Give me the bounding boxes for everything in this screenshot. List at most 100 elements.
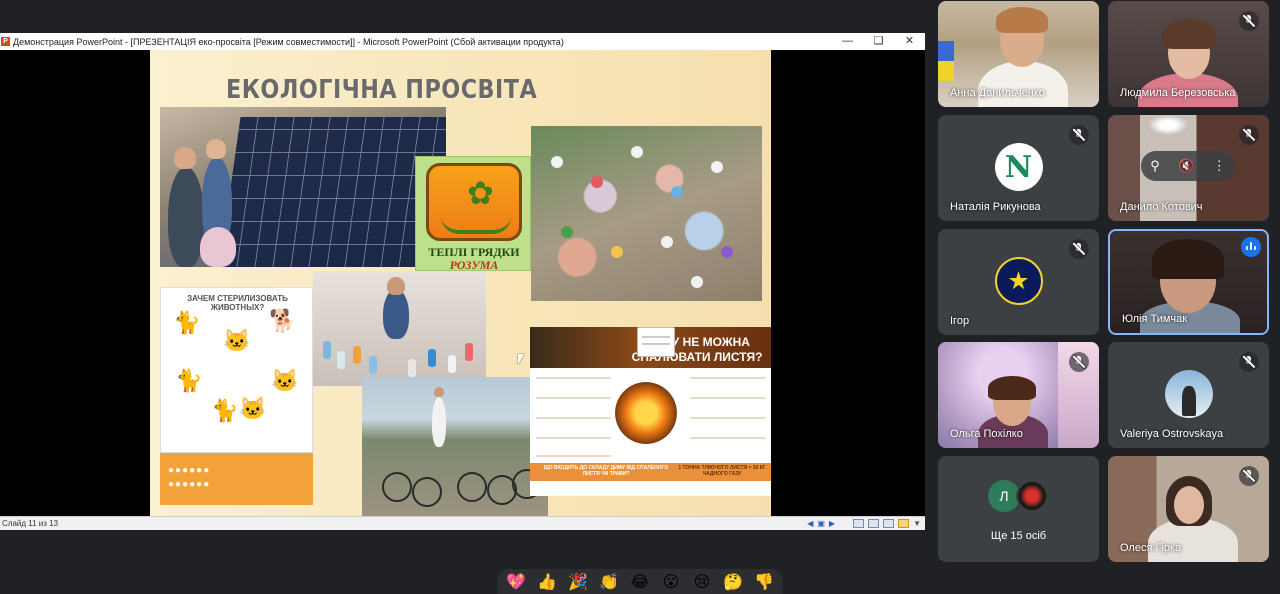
participant-avatar-image bbox=[1016, 480, 1048, 512]
child-head bbox=[387, 277, 405, 295]
children-crowd-photo bbox=[531, 126, 762, 301]
mic-off-icon bbox=[1069, 239, 1089, 259]
sterilization-infographic: ЗАЧЕМ СТЕРИЛИЗОВАТЬ ЖИВОТНЫХ? 🐈 🐕 🐱 🐈 🐱 … bbox=[160, 287, 313, 453]
mic-off-icon bbox=[1069, 352, 1089, 372]
mouse-cursor-icon bbox=[518, 354, 524, 365]
thinking-reaction-icon[interactable]: 🤔 bbox=[718, 569, 748, 594]
fire-icon bbox=[615, 382, 677, 444]
cat-icon: 🐱 bbox=[223, 328, 251, 353]
participant-name: Данило Котович bbox=[1120, 201, 1203, 213]
person-face bbox=[1174, 486, 1204, 524]
close-icon[interactable]: ✕ bbox=[894, 33, 925, 50]
paw-icons: ●●●●●● bbox=[168, 479, 211, 490]
cat-icon: 🐈 bbox=[175, 368, 203, 393]
person-hair bbox=[996, 7, 1048, 33]
logo-badge: ✿ bbox=[426, 163, 522, 241]
slide-sorter-icon[interactable] bbox=[868, 519, 880, 528]
logo-arc bbox=[441, 216, 511, 234]
participant-tile[interactable]: Valeriya Ostrovskaya bbox=[1108, 342, 1269, 448]
window-title: Демонстрация PowerPoint - [ПРЕЗЕНТАЦІЯ е… bbox=[13, 36, 564, 47]
restore-icon[interactable]: ❏ bbox=[863, 33, 894, 50]
child-figure bbox=[168, 167, 204, 267]
bike-wheel bbox=[457, 472, 487, 502]
participant-avatar bbox=[1164, 370, 1213, 418]
more-options-icon[interactable]: ⋮ bbox=[1213, 158, 1226, 174]
participant-tile[interactable]: ⚲ 🔇 ⋮ Данило Котович bbox=[1108, 115, 1269, 221]
previous-slide-icon[interactable]: ◀ bbox=[807, 519, 813, 528]
person-silhouette bbox=[1181, 386, 1196, 416]
logo-text-2: РОЗУМА bbox=[449, 258, 499, 271]
participant-tile[interactable]: Ольга Похілко bbox=[938, 342, 1099, 448]
reactions-bar: 💖 👍 🎉 👏 😂 😮 😢 🤔 👎 bbox=[497, 569, 783, 594]
pin-icon[interactable]: ⚲ bbox=[1150, 158, 1160, 174]
bike-wheel bbox=[412, 477, 442, 507]
slide-stage: ЕКОЛОГІЧНА ПРОСВІТА ✿ ТЕПЛІ ГРЯДКИ РОЗУМ… bbox=[0, 50, 925, 516]
bike-wheel bbox=[382, 472, 412, 502]
bicycles-photo bbox=[362, 377, 548, 516]
tepli-hryadky-logo: ✿ ТЕПЛІ ГРЯДКИ РОЗУМА bbox=[415, 156, 531, 271]
sprout-icon: ✿ bbox=[467, 175, 494, 211]
slide-title: ЕКОЛОГІЧНА ПРОСВІТА bbox=[226, 75, 538, 105]
slide-callout bbox=[637, 327, 675, 357]
mic-off-icon bbox=[1239, 466, 1259, 486]
emblem-icon bbox=[1008, 271, 1029, 290]
person-hair bbox=[1162, 19, 1216, 49]
band-left-text: ЩО ВХОДИТЬ ДО СКЛАДУ ДИМУ ВІД СПАЛЕНОГО … bbox=[543, 465, 669, 477]
powerpoint-icon: P bbox=[1, 37, 10, 46]
flag-decoration bbox=[938, 41, 954, 81]
laugh-reaction-icon[interactable]: 😂 bbox=[625, 569, 655, 594]
band-right-text: 1 ТОННА ТЛІЮЧОГО ЛИСТЯ = 30 КГ ЧАДНОГО Г… bbox=[678, 465, 766, 477]
participant-tile[interactable]: N Наталія Рикунова bbox=[938, 115, 1099, 221]
mic-off-icon bbox=[1239, 125, 1259, 145]
smoke-band: ЩО ВХОДИТЬ ДО СКЛАДУ ДИМУ ВІД СПАЛЕНОГО … bbox=[530, 463, 771, 481]
minimize-icon[interactable]: — bbox=[832, 33, 863, 50]
thumbs-down-reaction-icon[interactable]: 👎 bbox=[749, 569, 779, 594]
participant-tile-active[interactable]: Юлія Тимчак bbox=[1108, 229, 1269, 335]
ceiling-light bbox=[1148, 115, 1188, 135]
tile-hover-controls: ⚲ 🔇 ⋮ bbox=[1141, 151, 1235, 181]
thumbs-up-reaction-icon[interactable]: 👍 bbox=[532, 569, 562, 594]
participant-tile[interactable]: Анна Данильченко bbox=[938, 1, 1099, 107]
slide[interactable]: ЕКОЛОГІЧНА ПРОСВІТА ✿ ТЕПЛІ ГРЯДКИ РОЗУМ… bbox=[150, 50, 771, 516]
cat-icon: 🐈 bbox=[173, 310, 201, 335]
powerpoint-window: P Демонстрация PowerPoint - [ПРЕЗЕНТАЦІЯ… bbox=[0, 33, 925, 530]
surprised-reaction-icon[interactable]: 😮 bbox=[656, 569, 686, 594]
participant-avatar bbox=[994, 257, 1043, 305]
participant-tile[interactable]: Олеся Гірка bbox=[1108, 456, 1269, 562]
participant-name: Ольга Похілко bbox=[950, 428, 1023, 440]
reading-view-icon[interactable] bbox=[883, 519, 895, 528]
mic-off-icon bbox=[1239, 11, 1259, 31]
slide-menu-icon[interactable]: ▣ bbox=[817, 519, 825, 528]
participant-avatar: N bbox=[994, 143, 1043, 191]
paw-icons: ●●●●●● bbox=[168, 465, 211, 476]
powerpoint-titlebar: P Демонстрация PowerPoint - [ПРЕЗЕНТАЦІЯ… bbox=[0, 33, 925, 50]
participant-name: Ігор bbox=[950, 315, 970, 327]
dog-icon: 🐕 bbox=[269, 308, 297, 333]
participant-tile[interactable]: Ігор bbox=[938, 229, 1099, 335]
sterilization-stats: ●●●●●● ●●●●●● bbox=[160, 453, 313, 505]
slideshow-view-icon[interactable] bbox=[898, 519, 910, 528]
next-slide-icon[interactable]: ▶ bbox=[829, 519, 835, 528]
child-figure bbox=[383, 289, 409, 339]
normal-view-icon[interactable] bbox=[853, 519, 865, 528]
speaking-indicator-icon bbox=[1241, 237, 1261, 257]
clap-reaction-icon[interactable]: 👏 bbox=[594, 569, 624, 594]
more-participants-label: Ще 15 осіб bbox=[990, 530, 1047, 542]
more-participants-tile[interactable]: Л Ще 15 осіб bbox=[938, 456, 1099, 562]
party-reaction-icon[interactable]: 🎉 bbox=[563, 569, 593, 594]
plastic-bottles-photo bbox=[313, 271, 486, 386]
participant-name: Юлія Тимчак bbox=[1122, 313, 1188, 325]
mic-off-icon bbox=[1069, 125, 1089, 145]
person-figure bbox=[432, 397, 446, 447]
solar-panel-photo bbox=[160, 107, 446, 267]
person-hair bbox=[1152, 239, 1224, 279]
participant-name: Людмила Березовська bbox=[1120, 87, 1236, 99]
cat-icon: 🐱 bbox=[239, 396, 267, 421]
mute-icon[interactable]: 🔇 bbox=[1178, 158, 1194, 174]
sad-reaction-icon[interactable]: 😢 bbox=[687, 569, 717, 594]
zoom-icon[interactable]: ▼ bbox=[913, 519, 921, 528]
participant-tile[interactable]: Людмила Березовська bbox=[1108, 1, 1269, 107]
meet-screen: P Демонстрация PowerPoint - [ПРЕЗЕНТАЦІЯ… bbox=[0, 0, 1280, 594]
participant-name: Valeriya Ostrovskaya bbox=[1120, 428, 1224, 440]
heart-reaction-icon[interactable]: 💖 bbox=[501, 569, 531, 594]
